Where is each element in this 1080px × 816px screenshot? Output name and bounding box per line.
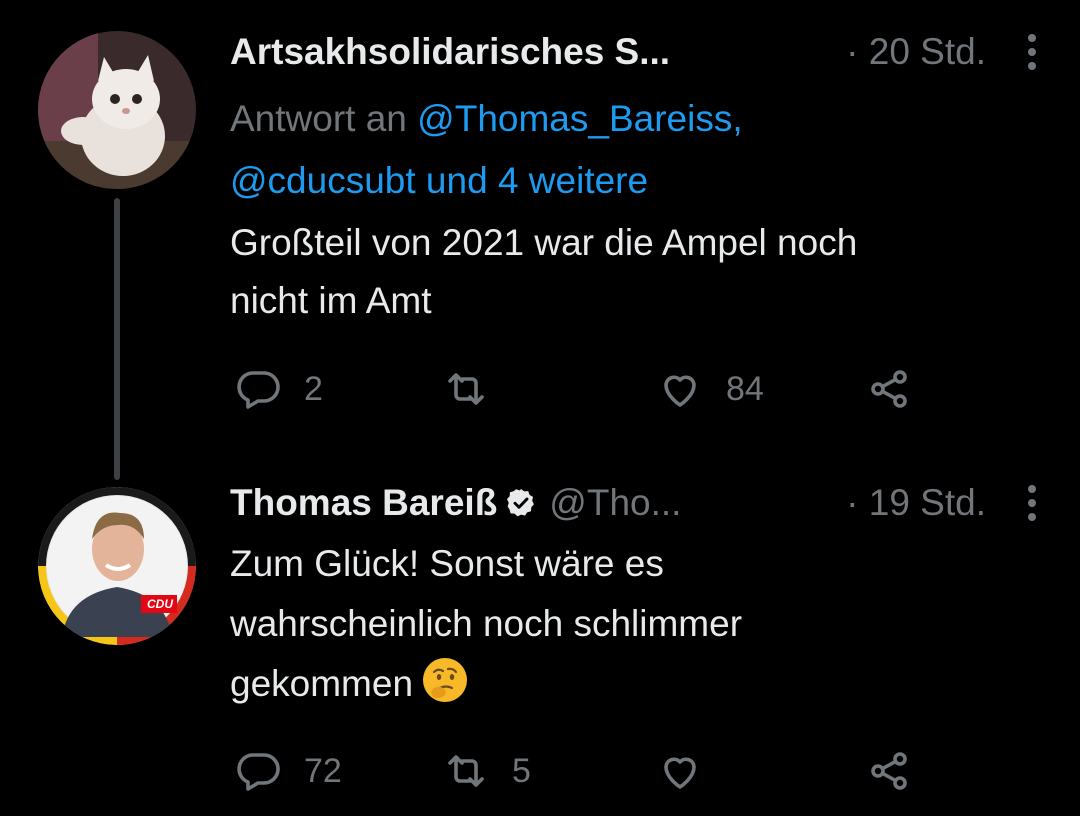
retweet-count: 5 xyxy=(512,751,531,790)
share-icon xyxy=(871,370,907,408)
like-count: 84 xyxy=(726,369,764,408)
reply-icon xyxy=(237,753,280,791)
thinking-face-emoji-icon xyxy=(423,658,468,702)
tweet-text-line: gekommen xyxy=(230,663,414,704)
like-icon xyxy=(664,375,696,407)
reply-count: 72 xyxy=(304,751,342,790)
reply-icon xyxy=(237,371,280,409)
like-button[interactable]: 84 xyxy=(656,364,764,414)
reply-mentions-more-link[interactable]: @cducsubt und 4 weitere xyxy=(230,160,648,201)
retweet-button[interactable] xyxy=(442,364,512,414)
reply-button[interactable]: 2 xyxy=(234,364,323,414)
share-button[interactable] xyxy=(866,746,914,796)
reply-button[interactable]: 72 xyxy=(234,746,342,796)
tweet-reply[interactable]: Artsakhsolidarisches S... · 20 Std. Antw… xyxy=(0,0,1080,470)
tweet-text-line: Zum Glück! Sonst wäre es xyxy=(230,543,664,584)
author-name[interactable]: Thomas Bareiß xyxy=(230,482,497,524)
tweet-text-line: nicht im Amt xyxy=(230,280,432,321)
verified-icon xyxy=(507,489,535,517)
reply-count: 2 xyxy=(304,369,323,408)
share-icon xyxy=(871,752,907,790)
retweet-icon xyxy=(448,373,484,405)
author-name[interactable]: Artsakhsolidarisches S... xyxy=(230,31,670,73)
share-button[interactable] xyxy=(866,364,914,414)
reply-to-line: Antwort an @Thomas_Bareiss, @cducsubt un… xyxy=(230,88,990,212)
like-icon xyxy=(664,757,696,789)
tweet-text-line: wahrscheinlich noch schlimmer xyxy=(230,603,743,644)
tweet-text: Zum Glück! Sonst wäre es wahrscheinlich … xyxy=(230,534,1030,714)
tweet-header: Artsakhsolidarisches S... · 20 Std. xyxy=(230,27,1052,77)
author-handle[interactable]: @Tho... xyxy=(549,482,681,524)
tweet-response[interactable]: Thomas Bareiß @Tho... · 19 Std. Zum Glüc… xyxy=(0,470,1080,816)
tweet-text: Großteil von 2021 war die Ampel noch nic… xyxy=(230,214,1030,330)
conversation-thread: Artsakhsolidarisches S... · 20 Std. Antw… xyxy=(0,0,1080,816)
tweet-timestamp[interactable]: · 20 Std. xyxy=(846,31,986,73)
retweet-button[interactable]: 5 xyxy=(442,746,531,796)
tweet-actions: 2 84 xyxy=(230,364,930,414)
reply-mention-link[interactable]: @Thomas_Bareiss, xyxy=(417,98,742,139)
tweet-header: Thomas Bareiß @Tho... · 19 Std. xyxy=(230,478,1052,528)
cat-avatar-image xyxy=(38,31,196,189)
more-icon[interactable] xyxy=(1012,27,1052,77)
more-icon[interactable] xyxy=(1012,478,1052,528)
tweet-text-line: Großteil von 2021 war die Ampel noch xyxy=(230,222,858,263)
tweet-timestamp[interactable]: · 19 Std. xyxy=(846,482,986,524)
tweet-actions: 72 5 xyxy=(230,746,930,796)
like-button[interactable] xyxy=(656,746,726,796)
reply-prefix: Antwort an xyxy=(230,98,418,139)
retweet-icon xyxy=(448,755,484,787)
avatar[interactable] xyxy=(38,31,196,189)
